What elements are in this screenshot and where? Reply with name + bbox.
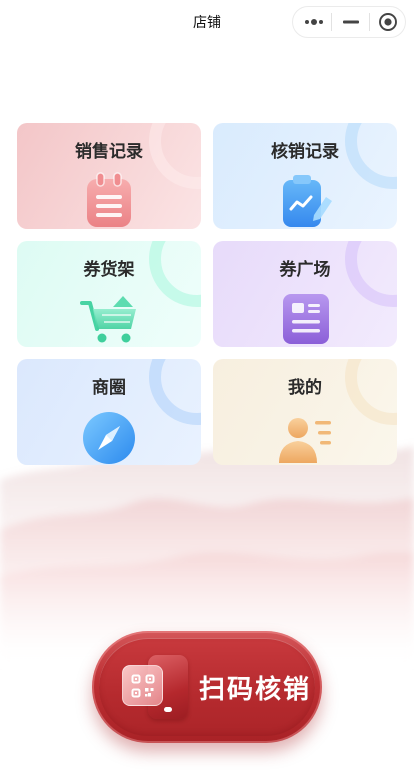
card-mine[interactable]: 我的	[213, 359, 397, 465]
card-title: 券货架	[83, 260, 135, 279]
document-icon	[283, 294, 329, 344]
scan-button-label: 扫码核销	[199, 674, 312, 704]
capsule-divider	[369, 13, 370, 31]
qr-pattern	[131, 674, 154, 697]
mini-program-capsule	[292, 6, 406, 38]
compass-icon	[83, 412, 135, 464]
capsule-divider	[331, 13, 332, 31]
user-card-icon	[279, 418, 331, 463]
notepad-icon	[87, 172, 131, 227]
card-redemption-records[interactable]: 核销记录	[213, 123, 397, 229]
nav-bar: 店铺	[0, 0, 414, 44]
shopping-cart-icon	[80, 296, 136, 343]
close-button[interactable]	[371, 7, 405, 37]
scan-redeem-button[interactable]: 扫码核销	[92, 631, 322, 743]
more-button[interactable]	[297, 7, 331, 37]
card-coupon-plaza[interactable]: 券广场	[213, 241, 397, 347]
phone-home-dot	[164, 707, 172, 712]
card-title: 商圈	[92, 378, 126, 397]
minimize-icon	[343, 20, 359, 24]
more-dots-icon	[305, 19, 323, 25]
qr-code-icon	[122, 665, 163, 706]
card-title: 券广场	[279, 260, 331, 279]
card-title: 销售记录	[75, 142, 143, 161]
card-coupon-shelf[interactable]: 券货架	[17, 241, 201, 347]
target-icon	[379, 13, 397, 31]
card-sales-records[interactable]: 销售记录	[17, 123, 201, 229]
card-business-district[interactable]: 商圈	[17, 359, 201, 465]
clipboard-chart-icon	[283, 175, 332, 227]
card-title: 我的	[288, 378, 322, 397]
minimize-button[interactable]	[333, 7, 369, 37]
card-title: 核销记录	[271, 142, 339, 161]
